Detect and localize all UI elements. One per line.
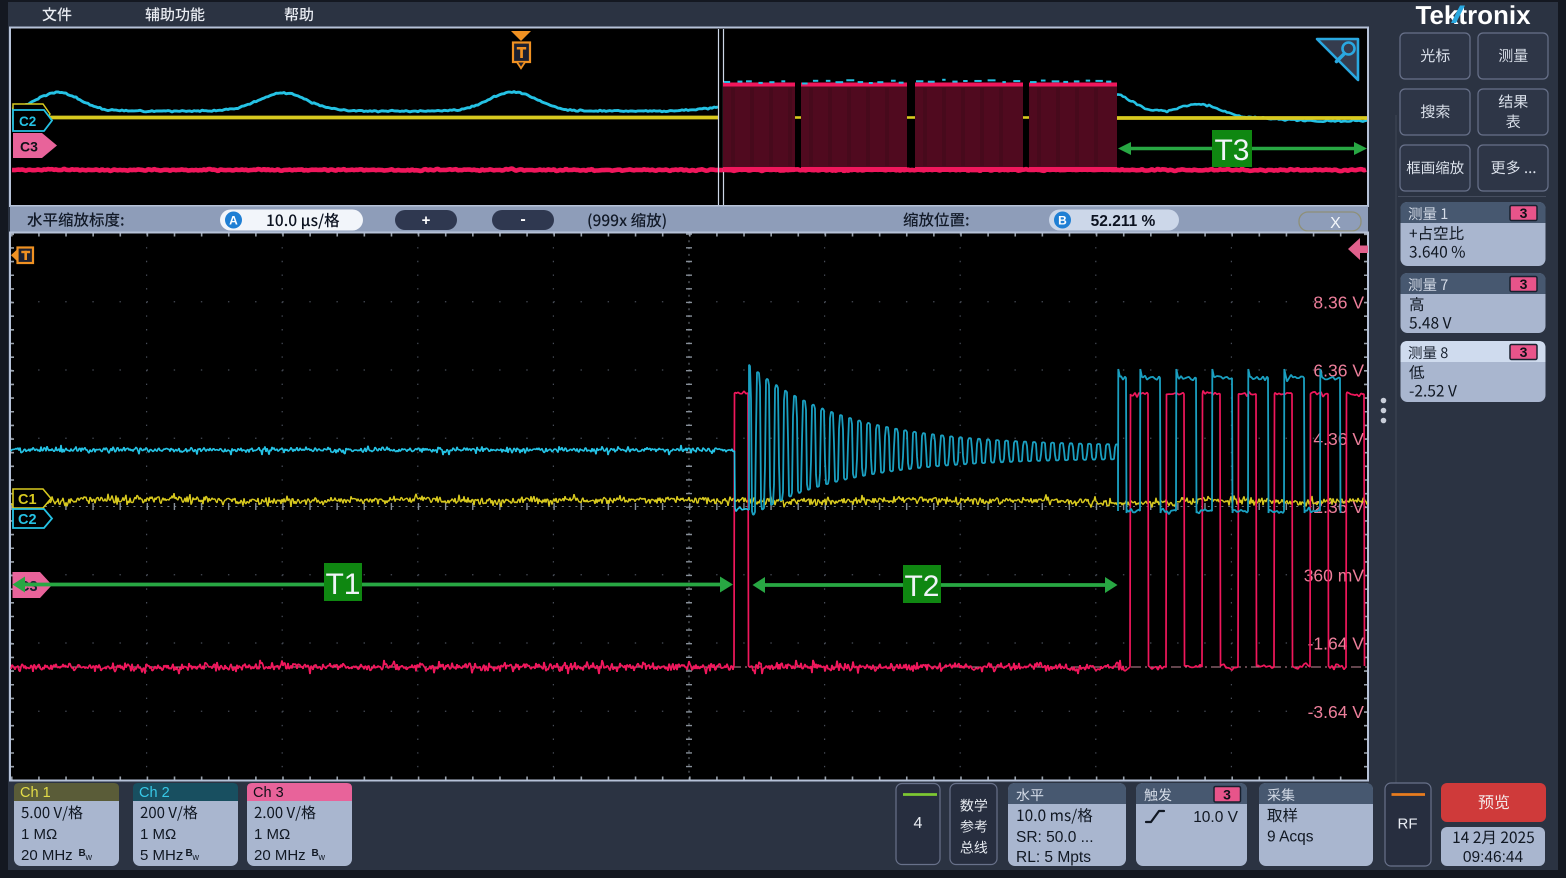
svg-text:360 mV: 360 mV [1304, 565, 1365, 585]
svg-text:T3: T3 [1214, 134, 1249, 167]
svg-text:Ch 3: Ch 3 [253, 785, 284, 801]
svg-text:RF: RF [1398, 816, 1418, 833]
svg-text:B: B [1058, 214, 1067, 228]
svg-text:C1: C1 [18, 492, 37, 508]
svg-text:-: - [520, 211, 525, 228]
svg-text:SR: 50.0 ...: SR: 50.0 ... [1016, 829, 1094, 846]
svg-text:w: w [85, 852, 93, 862]
svg-text:-1.64 V: -1.64 V [1308, 634, 1365, 654]
svg-text:52.211 %: 52.211 % [1091, 213, 1156, 230]
svg-text:X: X [1330, 215, 1341, 232]
svg-text:C2: C2 [18, 512, 37, 528]
svg-text:8.36 V: 8.36 V [1313, 292, 1364, 312]
svg-text:w: w [192, 852, 200, 862]
svg-text:1 MΩ: 1 MΩ [254, 826, 290, 843]
svg-text:+: + [422, 212, 431, 229]
svg-text:3: 3 [1520, 276, 1528, 292]
svg-text:Ch 2: Ch 2 [139, 785, 170, 801]
svg-text:20 MHz: 20 MHz [21, 847, 73, 864]
svg-text:T1: T1 [325, 568, 360, 601]
svg-text:-3.64 V: -3.64 V [1308, 702, 1365, 722]
svg-text:1 MΩ: 1 MΩ [21, 826, 57, 843]
svg-text:3: 3 [1520, 205, 1528, 221]
svg-text:3: 3 [1223, 787, 1231, 803]
svg-text:3: 3 [1520, 344, 1528, 360]
svg-text:C2: C2 [19, 114, 36, 129]
svg-text:4: 4 [914, 815, 923, 832]
svg-text:1 MΩ: 1 MΩ [140, 826, 176, 843]
svg-text:09:46:44: 09:46:44 [1463, 849, 1524, 866]
svg-text:w: w [318, 852, 326, 862]
svg-text:Ch 1: Ch 1 [20, 785, 51, 801]
svg-text:20 MHz: 20 MHz [254, 847, 306, 864]
svg-text:A: A [229, 214, 238, 228]
svg-text:5 MHz: 5 MHz [140, 847, 183, 864]
svg-text:RL: 5 Mpts: RL: 5 Mpts [1016, 849, 1091, 866]
svg-text:9 Acqs: 9 Acqs [1267, 829, 1314, 846]
svg-text:C3: C3 [20, 139, 38, 155]
svg-text:10.0 V: 10.0 V [1193, 809, 1238, 826]
svg-text:T2: T2 [904, 570, 939, 603]
